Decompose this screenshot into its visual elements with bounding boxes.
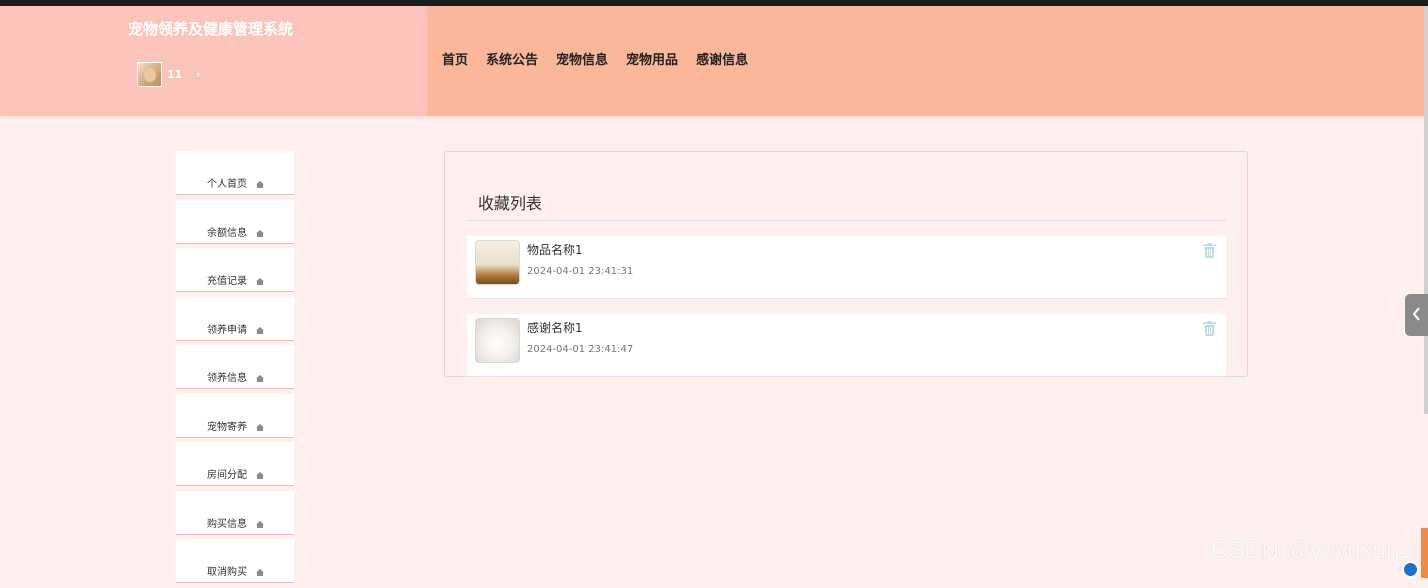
nav-item-pet-supplies[interactable]: 宠物用品 bbox=[626, 49, 678, 69]
sidebar-item-adoption-info[interactable]: 领养信息 bbox=[176, 345, 294, 389]
sidebar-item-purchases[interactable]: 购买信息 bbox=[176, 490, 294, 535]
home-icon bbox=[256, 326, 264, 334]
sidebar-item-cancel-purchase[interactable]: 取消购买 bbox=[176, 539, 294, 583]
sidebar-item-adoption-apply[interactable]: 领养申请 bbox=[176, 296, 294, 341]
home-icon bbox=[256, 423, 264, 431]
panel-title: 收藏列表 bbox=[478, 194, 543, 213]
header-left-panel: 宠物领养及健康管理系统 11 ▾ bbox=[0, 6, 427, 116]
home-icon bbox=[256, 520, 264, 528]
user-menu[interactable]: 11 ▾ bbox=[137, 61, 200, 87]
watermark: CSDN @yuyuxun1 bbox=[1211, 537, 1413, 564]
item-timestamp: 2024-04-01 23:41:31 bbox=[527, 266, 634, 277]
sidebar-item-label: 购买信息 bbox=[207, 518, 247, 530]
chevron-down-icon[interactable]: ▾ bbox=[196, 70, 200, 79]
header: 宠物领养及健康管理系统 11 ▾ 首页 系统公告 宠物信息 宠物用品 感谢信息 bbox=[0, 6, 1428, 116]
item-thumbnail[interactable] bbox=[475, 318, 520, 363]
avatar[interactable] bbox=[137, 61, 162, 87]
sidebar-item-label: 领养申请 bbox=[207, 324, 247, 336]
home-icon bbox=[256, 181, 264, 188]
list-item[interactable]: 感谢名称1 2024-04-01 23:41:47 bbox=[467, 314, 1226, 377]
sidebar-item-profile-home[interactable]: 个人首页 bbox=[176, 151, 294, 195]
sidebar-item-pet-boarding[interactable]: 宠物寄养 bbox=[176, 393, 294, 438]
item-thumbnail[interactable] bbox=[475, 240, 520, 285]
home-icon bbox=[256, 472, 264, 479]
list-item[interactable]: 物品名称1 2024-04-01 23:41:31 bbox=[467, 236, 1226, 299]
nav-item-thanks[interactable]: 感谢信息 bbox=[696, 49, 748, 69]
sidebar-item-label: 房间分配 bbox=[207, 470, 247, 481]
nav-item-home[interactable]: 首页 bbox=[442, 49, 468, 69]
sidebar-item-label: 余额信息 bbox=[207, 227, 247, 239]
sidebar-item-label: 领养信息 bbox=[207, 373, 247, 384]
scrollbar-accent bbox=[1421, 528, 1428, 578]
home-icon bbox=[256, 278, 264, 285]
sidebar-item-balance[interactable]: 余额信息 bbox=[176, 199, 294, 244]
sidebar-item-recharge[interactable]: 充值记录 bbox=[176, 248, 294, 292]
item-timestamp: 2024-04-01 23:41:47 bbox=[527, 344, 634, 355]
home-icon bbox=[256, 375, 264, 382]
divider bbox=[467, 220, 1226, 221]
trash-icon[interactable] bbox=[1203, 243, 1216, 258]
page-scrollbar[interactable] bbox=[1424, 6, 1428, 414]
item-name[interactable]: 感谢名称1 bbox=[527, 319, 583, 336]
home-icon bbox=[256, 229, 264, 237]
site-title: 宠物领养及健康管理系统 bbox=[128, 20, 294, 38]
sidebar-item-label: 宠物寄养 bbox=[207, 421, 247, 433]
collapse-toggle[interactable] bbox=[1405, 294, 1428, 336]
sidebar: 个人首页 余额信息 充值记录 领养申请 领养信息 宠物寄养 房间分配 购买信息 … bbox=[176, 151, 294, 588]
sidebar-item-label: 充值记录 bbox=[207, 276, 247, 287]
sidebar-item-label: 取消购买 bbox=[207, 567, 247, 578]
nav-item-announcements[interactable]: 系统公告 bbox=[486, 49, 538, 69]
trash-icon[interactable] bbox=[1203, 321, 1216, 336]
assistant-badge-icon[interactable] bbox=[1402, 561, 1419, 578]
chevron-left-icon bbox=[1412, 306, 1421, 325]
item-name[interactable]: 物品名称1 bbox=[527, 241, 583, 258]
sidebar-item-label: 个人首页 bbox=[207, 179, 247, 190]
user-name[interactable]: 11 bbox=[167, 68, 182, 81]
sidebar-item-room-assignment[interactable]: 房间分配 bbox=[176, 442, 294, 486]
home-icon bbox=[256, 569, 264, 576]
favorites-panel: 收藏列表 物品名称1 2024-04-01 23:41:31 感谢名称1 202… bbox=[444, 151, 1248, 377]
nav-item-pet-info[interactable]: 宠物信息 bbox=[556, 49, 608, 69]
top-nav: 首页 系统公告 宠物信息 宠物用品 感谢信息 bbox=[442, 49, 766, 69]
